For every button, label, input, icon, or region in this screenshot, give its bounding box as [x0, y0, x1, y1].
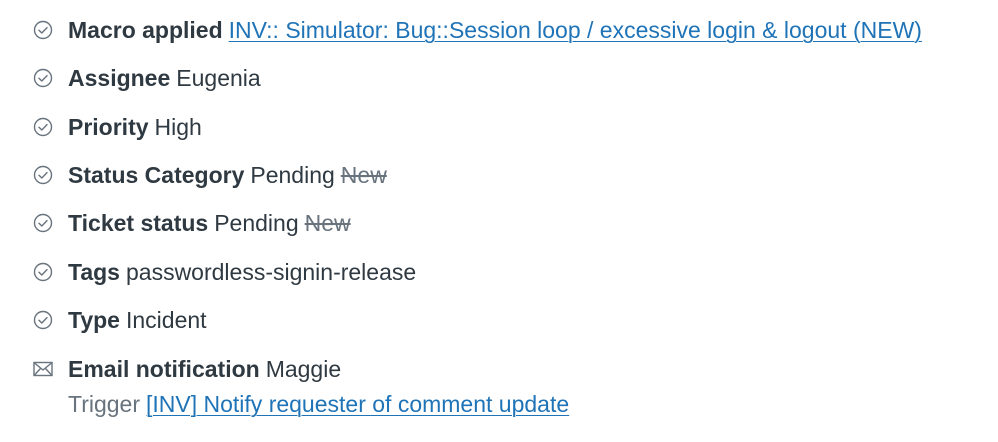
- ticket-status-old-value: New: [304, 210, 351, 236]
- event-priority: Priority High: [32, 111, 202, 143]
- trigger-label: Trigger: [68, 391, 140, 417]
- type-value: Incident: [125, 307, 207, 333]
- check-circle-icon: [32, 164, 54, 186]
- event-label: Email notification: [68, 356, 260, 382]
- event-ticket-status: Ticket status Pending New: [32, 207, 351, 239]
- event-tags: Tags passwordless-signin-release: [32, 256, 416, 288]
- event-type: Type Incident: [32, 304, 207, 336]
- check-circle-icon: [32, 116, 54, 138]
- assignee-value: Eugenia: [176, 65, 261, 91]
- status-category-old-value: New: [340, 162, 387, 188]
- email-trigger-line: Trigger [INV] Notify requester of comment…: [68, 388, 569, 420]
- email-recipient-value: Maggie: [265, 356, 342, 382]
- event-label: Tags: [68, 259, 120, 285]
- check-circle-icon: [32, 309, 54, 331]
- check-circle-icon: [32, 212, 54, 234]
- event-assignee: Assignee Eugenia: [32, 62, 261, 94]
- check-circle-icon: [32, 19, 54, 41]
- event-label: Macro applied: [68, 17, 223, 43]
- macro-link[interactable]: INV:: Simulator: Bug::Session loop / exc…: [229, 14, 922, 46]
- event-label: Status Category: [68, 162, 245, 188]
- envelope-icon: [32, 358, 54, 380]
- event-label: Assignee: [68, 65, 171, 91]
- ticket-event-log: Macro applied INV:: Simulator: Bug::Sess…: [0, 0, 998, 442]
- event-label: Ticket status: [68, 210, 209, 236]
- event-status-category: Status Category Pending New: [32, 159, 387, 191]
- event-macro-applied: Macro applied INV:: Simulator: Bug::Sess…: [32, 14, 922, 46]
- event-label: Type: [68, 307, 120, 333]
- event-label: Priority: [68, 114, 149, 140]
- status-category-new-value: Pending: [250, 162, 335, 188]
- tags-value: passwordless-signin-release: [125, 259, 417, 285]
- trigger-link[interactable]: [INV] Notify requester of comment update: [146, 391, 569, 417]
- check-circle-icon: [32, 67, 54, 89]
- priority-value: High: [154, 114, 202, 140]
- event-email-notification: Email notification Maggie: [32, 353, 341, 385]
- check-circle-icon: [32, 261, 54, 283]
- ticket-status-new-value: Pending: [214, 210, 299, 236]
